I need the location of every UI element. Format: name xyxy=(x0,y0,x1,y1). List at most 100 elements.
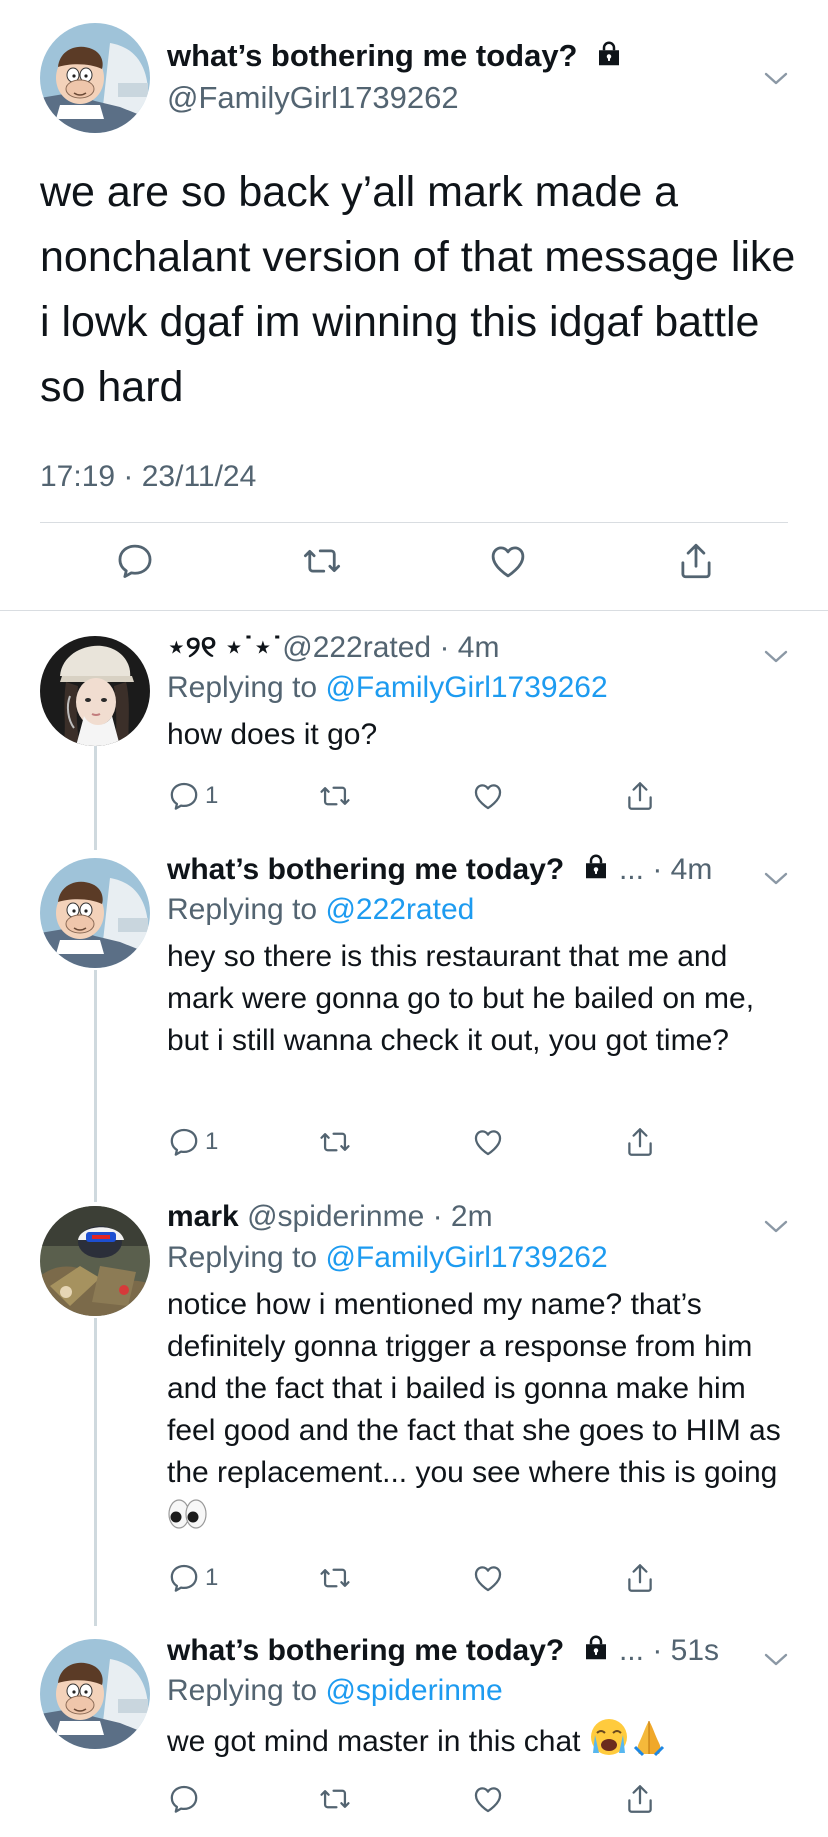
mention-link[interactable]: @FamilyGirl1739262 xyxy=(325,1241,607,1274)
avatar[interactable] xyxy=(40,1639,150,1749)
reply-count: 1 xyxy=(205,1128,219,1155)
author-name[interactable]: what’s bothering me today? xyxy=(167,38,624,74)
praying-hands-emoji xyxy=(629,1717,669,1757)
reply-button[interactable]: 1 xyxy=(167,1122,218,1162)
divider xyxy=(40,522,788,523)
reply-button[interactable]: 1 xyxy=(167,776,218,816)
replying-to: Replying to @222rated xyxy=(167,893,475,926)
mention-link[interactable]: @FamilyGirl1739262 xyxy=(325,671,607,704)
lock-icon xyxy=(581,1633,611,1663)
share-icon xyxy=(623,1782,657,1816)
reply-text: hey so there is this restaurant that me … xyxy=(167,940,755,1057)
reply-actions: 1 xyxy=(167,1558,687,1598)
retweet-icon xyxy=(318,1561,352,1595)
author-name[interactable]: mark xyxy=(167,1200,239,1233)
chevron-down-icon[interactable] xyxy=(762,1216,790,1236)
like-button[interactable] xyxy=(487,540,537,590)
reply-button[interactable]: 1 xyxy=(167,1558,218,1598)
avatar[interactable] xyxy=(40,1206,150,1316)
like-icon xyxy=(471,1782,505,1816)
retweet-button[interactable] xyxy=(318,1122,352,1162)
replying-to: Replying to @spiderinme xyxy=(167,1674,503,1707)
reply-time: · 2m xyxy=(432,1200,493,1233)
share-button[interactable] xyxy=(623,1558,657,1598)
like-button[interactable] xyxy=(471,1558,505,1598)
author-handle[interactable]: ... xyxy=(619,853,644,886)
reply-header: what’s bothering me today? ... · 51s xyxy=(167,1633,719,1668)
retweet-button[interactable] xyxy=(318,1558,352,1598)
reply-count: 1 xyxy=(205,782,219,809)
reply-button[interactable] xyxy=(167,1779,201,1819)
avatar[interactable] xyxy=(40,636,150,746)
reply-button[interactable] xyxy=(114,540,164,590)
reply-icon xyxy=(167,1561,201,1595)
reply-actions: 1 xyxy=(167,1122,687,1162)
like-icon xyxy=(471,1125,505,1159)
author-handle[interactable]: @spiderinme xyxy=(247,1200,424,1233)
reply-tweet: mark @spiderinme · 2m Replying to @Famil… xyxy=(0,1200,828,1600)
author-handle[interactable]: @FamilyGirl1739262 xyxy=(167,80,459,116)
reply-actions xyxy=(167,1779,687,1819)
chevron-down-icon[interactable] xyxy=(762,68,790,88)
reply-time: · 4m xyxy=(439,631,500,664)
retweet-icon xyxy=(318,1125,352,1159)
crying-face-emoji xyxy=(589,1717,629,1757)
reply-time: · 51s xyxy=(652,1634,720,1667)
avatar[interactable] xyxy=(40,23,150,133)
reply-text: how does it go? xyxy=(167,718,378,751)
tweet-actions xyxy=(0,540,828,596)
share-icon xyxy=(675,540,717,582)
reply-icon xyxy=(167,1782,201,1816)
author-name[interactable]: what’s bothering me today? xyxy=(167,853,564,886)
reply-tweet: what’s bothering me today? ... · 51s Rep… xyxy=(0,1633,828,1833)
author-handle[interactable]: ... xyxy=(619,1634,644,1667)
reply-header: mark @spiderinme · 2m xyxy=(167,1200,493,1234)
author-handle[interactable]: @222rated xyxy=(282,631,431,664)
retweet-icon xyxy=(301,540,343,582)
section-divider xyxy=(0,610,828,611)
like-icon xyxy=(487,540,529,582)
share-icon xyxy=(623,779,657,813)
retweet-icon xyxy=(318,779,352,813)
chevron-down-icon[interactable] xyxy=(762,1649,790,1669)
reply-actions: 1 xyxy=(167,776,687,816)
like-button[interactable] xyxy=(471,1122,505,1162)
reply-text: we got mind master in this chat xyxy=(167,1717,797,1763)
retweet-button[interactable] xyxy=(301,540,351,590)
author-name[interactable]: ⋆୨୧ ⋆˙⋆˙ xyxy=(167,631,282,664)
mention-link[interactable]: @222rated xyxy=(325,893,474,926)
like-icon xyxy=(471,1561,505,1595)
author-name[interactable]: what’s bothering me today? xyxy=(167,1634,564,1667)
like-button[interactable] xyxy=(471,1779,505,1819)
retweet-button[interactable] xyxy=(318,776,352,816)
reply-header: what’s bothering me today? ... · 4m xyxy=(167,852,712,887)
reply-tweet: ⋆୨୧ ⋆˙⋆˙@222rated · 4m Replying to @Fami… xyxy=(0,630,828,830)
reply-count: 1 xyxy=(205,1564,219,1591)
main-tweet: what’s bothering me today? @FamilyGirl17… xyxy=(0,0,828,610)
replying-to: Replying to @FamilyGirl1739262 xyxy=(167,671,608,704)
like-button[interactable] xyxy=(471,776,505,816)
reply-icon xyxy=(167,1125,201,1159)
reply-icon xyxy=(114,540,156,582)
share-button[interactable] xyxy=(623,776,657,816)
tweet-timestamp[interactable]: 17:19 · 23/11/24 xyxy=(40,460,256,494)
mention-link[interactable]: @spiderinme xyxy=(325,1674,502,1707)
reply-time: · 4m xyxy=(652,853,713,886)
share-icon xyxy=(623,1125,657,1159)
lock-icon xyxy=(581,852,611,882)
share-button[interactable] xyxy=(675,540,725,590)
chevron-down-icon[interactable] xyxy=(762,868,790,888)
reply-text: notice how i mentioned my name? that’s d… xyxy=(167,1284,797,1536)
chevron-down-icon[interactable] xyxy=(762,646,790,666)
share-button[interactable] xyxy=(623,1779,657,1819)
like-icon xyxy=(471,779,505,813)
reply-header: ⋆୨୧ ⋆˙⋆˙@222rated · 4m xyxy=(167,630,499,665)
avatar[interactable] xyxy=(40,858,150,968)
tweet-text: we are so back y’all mark made a nonchal… xyxy=(40,168,796,411)
reply-icon xyxy=(167,779,201,813)
retweet-button[interactable] xyxy=(318,1779,352,1819)
share-button[interactable] xyxy=(623,1122,657,1162)
eyes-emoji xyxy=(167,1498,207,1530)
share-icon xyxy=(623,1561,657,1595)
replying-to: Replying to @FamilyGirl1739262 xyxy=(167,1241,608,1274)
